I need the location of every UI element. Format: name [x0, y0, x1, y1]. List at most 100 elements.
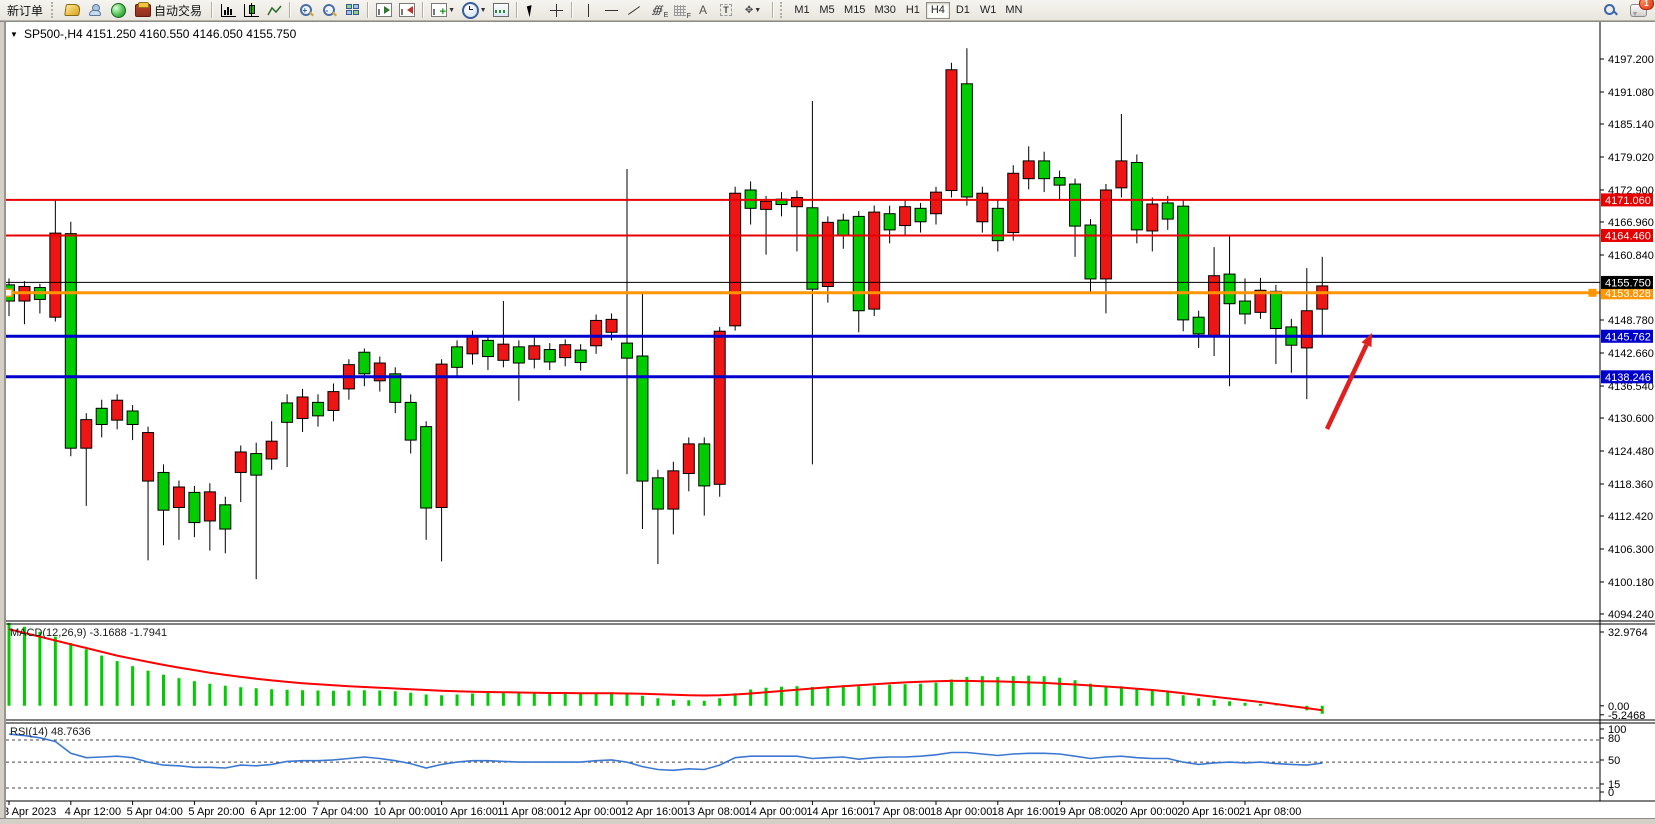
candle-body — [961, 84, 972, 197]
zoom-in-icon[interactable]: + — [295, 1, 317, 19]
candle-body — [807, 208, 818, 289]
macd-signal-line — [9, 629, 1322, 710]
rsi-pane — [6, 734, 1600, 788]
periods-icon[interactable]: ▼ — [459, 1, 489, 19]
auto-trading-button[interactable]: 自动交易 — [130, 1, 207, 19]
templates-icon[interactable] — [490, 1, 512, 19]
line-chart-mode-icon[interactable] — [263, 1, 285, 19]
tile-windows-icon[interactable] — [341, 1, 363, 19]
indicators-icon[interactable]: +▼ — [428, 1, 458, 19]
tab-timeframe-h4[interactable]: H4 — [926, 2, 950, 19]
text-tool-icon[interactable]: A — [692, 1, 714, 19]
candle-body — [1317, 286, 1328, 309]
trendline-tool-icon[interactable] — [623, 1, 645, 19]
chevron-down-icon: ▼ — [754, 7, 761, 14]
time-axis-label: 18 Apr 16:00 — [992, 806, 1054, 818]
candle-body — [127, 411, 138, 424]
auto-scroll-icon[interactable] — [373, 1, 395, 19]
signals-icon[interactable] — [107, 1, 129, 19]
price-tag-label: 4138.246 — [1605, 372, 1651, 384]
time-axis-label: 5 Apr 20:00 — [188, 806, 244, 818]
text-label-tool-icon[interactable]: T — [715, 1, 737, 19]
time-axis-label: 21 Apr 08:00 — [1239, 806, 1301, 818]
price-axis-tick: 4185.140 — [1608, 119, 1654, 131]
candle-body — [1209, 276, 1220, 336]
candle-body — [1131, 162, 1142, 229]
tab-timeframe-mn[interactable]: MN — [1001, 2, 1026, 19]
bar-chart-mode-icon[interactable] — [217, 1, 239, 19]
crosshair-icon[interactable] — [545, 1, 567, 19]
price-axis-tick: 4166.960 — [1608, 217, 1654, 229]
notifications-icon[interactable]: 1 — [1627, 1, 1649, 19]
time-axis-label: 10 Apr 00:00 — [374, 806, 436, 818]
tab-timeframe-m5[interactable]: M5 — [815, 2, 839, 19]
toolbar-separator — [211, 2, 213, 18]
candle-body — [81, 420, 92, 449]
zoom-out-icon[interactable]: - — [318, 1, 340, 19]
tab-timeframe-m15[interactable]: M15 — [840, 2, 869, 19]
person-icon — [89, 4, 101, 16]
candle-body — [529, 346, 540, 359]
accounts-icon[interactable] — [84, 1, 106, 19]
tab-timeframe-h1[interactable]: H1 — [901, 2, 925, 19]
candle-body — [1054, 178, 1065, 186]
tab-timeframe-m1[interactable]: M1 — [790, 2, 814, 19]
chart-window: 4197.2004191.0804185.1404179.0204172.900… — [0, 21, 1655, 819]
candle-body — [328, 392, 339, 411]
time-axis-label: 14 Apr 16:00 — [806, 806, 868, 818]
time-axis-label: 10 Apr 16:00 — [436, 806, 498, 818]
price-axis-tick: 4142.660 — [1608, 348, 1654, 360]
tab-timeframe-m30[interactable]: M30 — [870, 2, 899, 19]
candle-body — [838, 220, 849, 235]
line-handle[interactable] — [1589, 289, 1596, 296]
candle-body — [266, 441, 277, 459]
chart-title-ohlc: SP500-,H4 4151.250 4160.550 4146.050 415… — [24, 27, 297, 41]
candle-body — [421, 427, 432, 508]
time-axis-label: 20 Apr 00:00 — [1115, 806, 1177, 818]
autotrade-robot-icon — [135, 4, 151, 17]
arrows-tool-icon[interactable]: ✥▼ — [738, 1, 768, 19]
candle-body — [65, 234, 76, 449]
vertical-line-tool-icon[interactable] — [577, 1, 599, 19]
price-chart-canvas[interactable]: 4197.2004191.0804185.1404179.0204172.900… — [0, 22, 1655, 818]
price-axis-tick: 4106.300 — [1608, 544, 1654, 556]
collapse-triangle-icon[interactable]: ▼ — [10, 30, 18, 39]
chevron-down-icon: ▼ — [480, 7, 487, 14]
horizontal-line-tool-icon[interactable] — [600, 1, 622, 19]
price-tag-label: 4145.762 — [1605, 331, 1651, 343]
chart-shift-icon[interactable] — [396, 1, 418, 19]
equidistant-channel-tool-icon[interactable]: ∰E — [646, 1, 668, 19]
candle-body — [869, 212, 880, 309]
line-handle[interactable] — [5, 289, 12, 296]
main-pane — [4, 48, 1601, 579]
price-tag-label: 4155.750 — [1605, 277, 1651, 289]
candle-body — [1240, 301, 1251, 314]
candle-body — [1039, 161, 1050, 179]
price-tag-label: 4164.460 — [1605, 230, 1651, 242]
search-icon[interactable] — [1599, 1, 1621, 19]
tab-timeframe-w1[interactable]: W1 — [976, 2, 1001, 19]
candle-body — [220, 505, 231, 529]
candle-body — [282, 403, 293, 422]
macd-pane — [9, 623, 1322, 714]
cursor-icon[interactable] — [522, 1, 544, 19]
price-axis-tick: 4197.200 — [1608, 54, 1654, 66]
candlestick-mode-icon[interactable] — [240, 1, 262, 19]
candle-body — [173, 487, 184, 507]
candle-body — [1070, 184, 1081, 226]
candle-body — [297, 397, 308, 419]
candle-body — [931, 192, 942, 214]
candle-body — [1270, 291, 1281, 328]
fibonacci-tool-icon[interactable]: F — [669, 1, 691, 19]
tab-timeframe-d1[interactable]: D1 — [951, 2, 975, 19]
price-tag-label: 4171.060 — [1605, 195, 1651, 207]
trend-arrow-shaft[interactable] — [1327, 345, 1366, 429]
notification-badge: 1 — [1639, 0, 1654, 10]
toolbar: 新订单 自动交易 + - +▼ ▼ ∰E F A T ✥▼ — [0, 0, 1655, 21]
candle-body — [467, 336, 478, 354]
new-order-button[interactable]: 新订单 — [2, 1, 48, 19]
candle-body — [900, 207, 911, 226]
time-axis-label: 12 Apr 00:00 — [559, 806, 621, 818]
market-watch-icon[interactable] — [61, 1, 83, 19]
price-axis-tick: 4118.360 — [1608, 479, 1653, 491]
